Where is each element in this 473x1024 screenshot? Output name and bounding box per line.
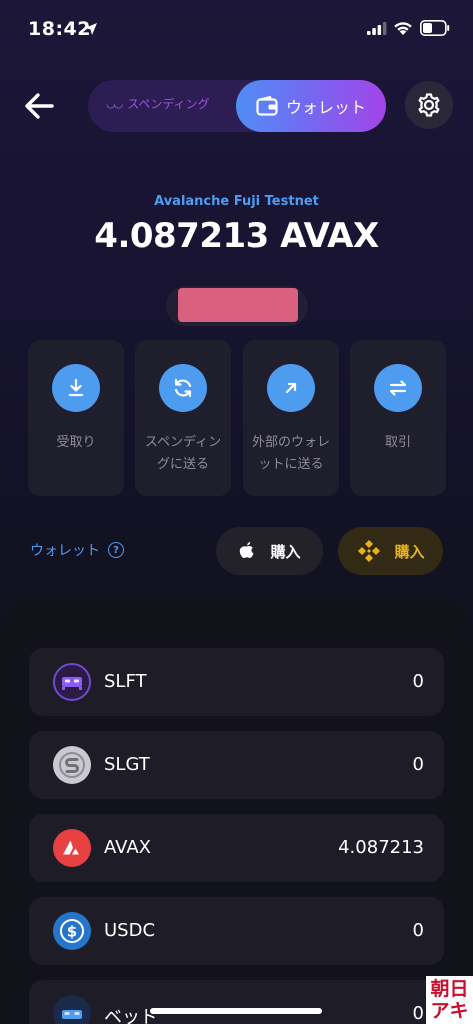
send-external-button[interactable]: 外部のウォレットに送る: [243, 340, 339, 496]
wallet-address-pill[interactable]: [166, 286, 308, 326]
help-icon[interactable]: ?: [108, 542, 124, 558]
token-row-avax[interactable]: AVAX 4.087213: [29, 814, 444, 882]
swap-icon: [374, 364, 422, 412]
token-row-bed[interactable]: ベッド 0: [29, 980, 444, 1024]
download-icon: [52, 364, 100, 412]
wallet-balance: 4.087213 AVAX: [94, 216, 379, 256]
location-arrow-icon: [85, 23, 97, 35]
token-amount: 4.087213: [338, 837, 424, 858]
send-to-spending-label: スペンディングに送る: [144, 435, 222, 472]
svg-text:$: $: [67, 923, 77, 941]
status-time: 18:42: [28, 18, 91, 40]
wallet-icon: [256, 96, 278, 116]
wifi-icon: [394, 22, 412, 35]
send-to-spending-button[interactable]: スペンディングに送る: [135, 340, 231, 496]
trade-button[interactable]: 取引: [350, 340, 446, 496]
status-bar: 18:42: [0, 0, 473, 60]
token-amount: 0: [412, 754, 424, 775]
token-row-slft[interactable]: SLFT 0: [29, 648, 444, 716]
watermark: 朝日アキ: [426, 976, 473, 1024]
slgt-token-icon: [53, 746, 91, 784]
token-symbol: USDC: [104, 920, 156, 941]
mode-toggle: ◡◡ スペンディング ウォレット: [88, 80, 386, 132]
receive-label: 受取り: [56, 435, 96, 450]
token-symbol: SLGT: [104, 754, 150, 775]
binance-icon: [358, 540, 381, 562]
buy-with-apple-button[interactable]: 購入: [216, 527, 323, 575]
settings-button[interactable]: [405, 81, 453, 129]
sneaker-icon: ◡◡: [106, 97, 123, 110]
token-row-usdc[interactable]: $ USDC 0: [29, 897, 444, 965]
tab-spending-label: スペンディング: [127, 97, 210, 111]
token-symbol: ベッド: [104, 1007, 158, 1024]
arrow-up-right-icon: [267, 364, 315, 412]
receive-button[interactable]: 受取り: [28, 340, 124, 496]
token-amount: 0: [412, 1003, 424, 1024]
token-amount: 0: [412, 671, 424, 692]
apple-icon: [240, 542, 254, 558]
network-label: Avalanche Fuji Testnet: [154, 194, 319, 209]
token-row-slgt[interactable]: SLGT 0: [29, 731, 444, 799]
home-indicator: [150, 1008, 322, 1014]
gear-icon: [418, 93, 440, 117]
buy-with-binance-button[interactable]: 購入: [338, 527, 443, 575]
send-external-label: 外部のウォレットに送る: [251, 435, 330, 472]
token-symbol: AVAX: [104, 837, 151, 858]
tab-spending[interactable]: ◡◡ スペンディング: [106, 95, 210, 112]
buy-with-binance-label: 購入: [394, 542, 425, 561]
wallet-section-label: ウォレット: [30, 543, 100, 559]
avax-token-icon: [53, 829, 91, 867]
slft-token-icon: [53, 663, 91, 701]
redacted-address: [178, 288, 298, 322]
token-list: SLFT 0 SLGT 0 AVAX 4.087213 $ USDC 0 ベッド…: [0, 596, 473, 1024]
action-cards: 受取り スペンディングに送る 外部のウォレットに送る 取引: [28, 340, 446, 496]
cellular-signal-icon: [367, 22, 387, 35]
back-button[interactable]: [22, 88, 58, 124]
token-symbol: SLFT: [104, 671, 147, 692]
back-arrow-icon: [25, 93, 54, 119]
trade-label: 取引: [384, 435, 411, 450]
buy-with-apple-label: 購入: [270, 542, 301, 561]
usdc-token-icon: $: [53, 912, 91, 950]
tab-wallet[interactable]: ウォレット: [236, 80, 386, 132]
battery-icon: [420, 20, 450, 36]
wallet-section-header: ウォレット ?: [30, 540, 124, 560]
bed-icon: [53, 995, 91, 1024]
tab-wallet-label: ウォレット: [285, 98, 366, 117]
token-amount: 0: [412, 920, 424, 941]
refresh-icon: [159, 364, 207, 412]
